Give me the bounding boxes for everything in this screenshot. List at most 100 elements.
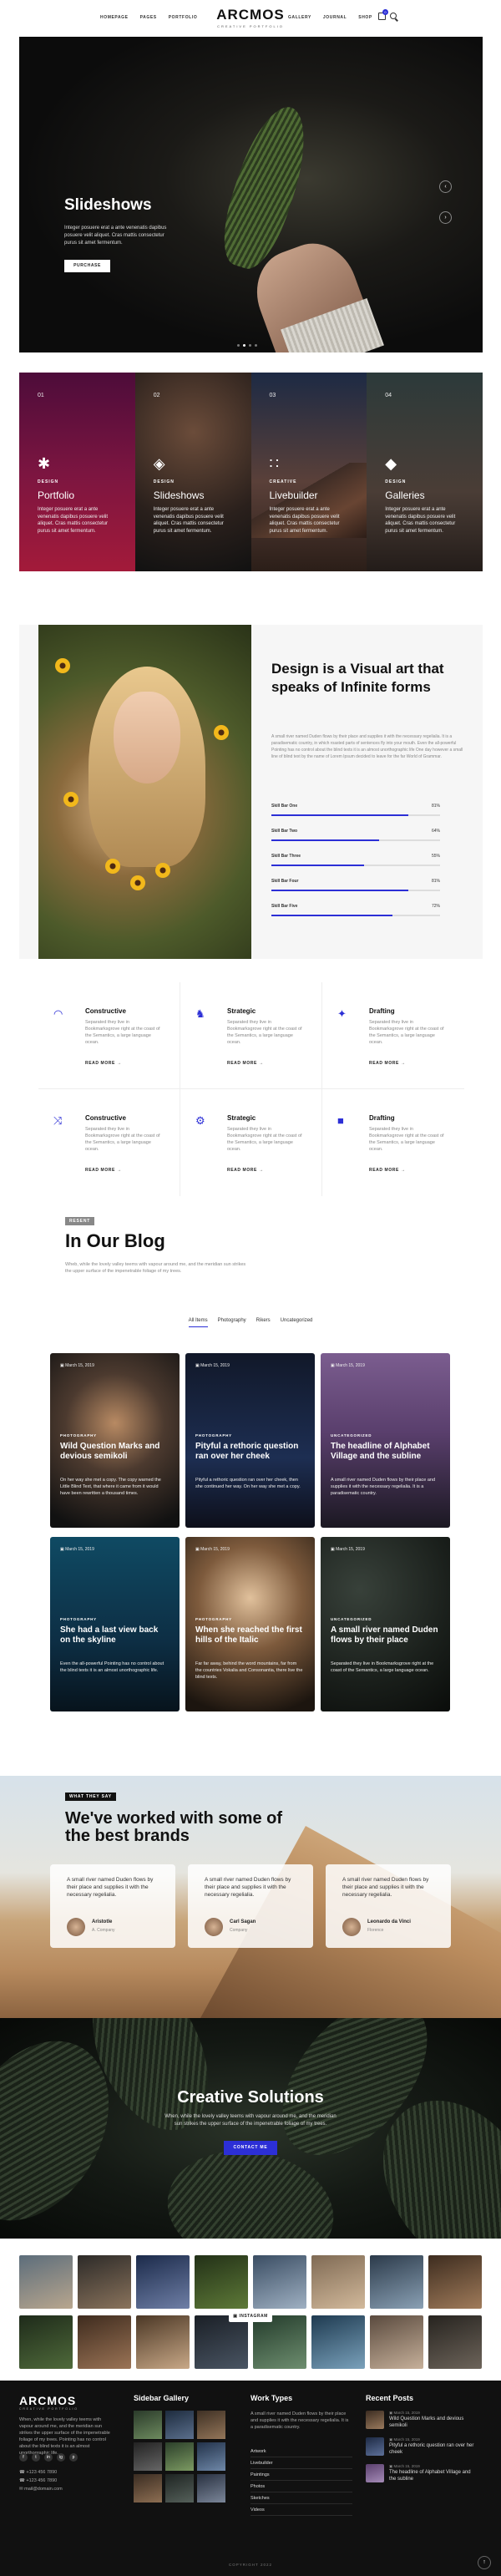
recent-post-title[interactable]: The headline of Alphabet Village and the… (389, 2470, 477, 2482)
slider-next-icon[interactable]: › (439, 211, 452, 224)
tab-rikers[interactable]: Rikers (256, 1318, 271, 1327)
work-type-link[interactable]: Artwork (250, 2449, 352, 2457)
instagram-icon[interactable]: ig (57, 2453, 65, 2462)
instagram-photo[interactable] (370, 2255, 423, 2309)
card-galleries[interactable]: 04 ◆ DESIGN Galleries Integer posuere er… (367, 373, 483, 571)
facebook-icon[interactable]: f (19, 2453, 28, 2462)
blog-post-card[interactable]: ▣ March 15, 2019 PHOTOGRAPHY Pityful a r… (185, 1353, 315, 1528)
asterisk-icon: ✱ (38, 455, 51, 472)
instagram-photo[interactable] (428, 2255, 482, 2309)
flower-shape (214, 725, 229, 740)
gallery-thumb[interactable] (165, 2474, 194, 2502)
search-icon[interactable] (390, 13, 397, 19)
post-title[interactable]: She had a last view back on the skyline (60, 1625, 169, 1645)
tab-all-items[interactable]: All Items (188, 1318, 208, 1327)
nav-journal[interactable]: JOURNAL (323, 15, 347, 20)
slider-dot[interactable] (237, 344, 240, 347)
gallery-thumb[interactable] (134, 2411, 162, 2439)
read-more-link[interactable]: READ MORE → (369, 1168, 406, 1173)
card-title: Livebuilder (269, 489, 318, 501)
contact-me-button[interactable]: CONTACT ME (224, 2141, 277, 2155)
slider-dot[interactable] (249, 344, 251, 347)
card-slideshows[interactable]: 02 ◈ DESIGN Slideshows Integer posuere e… (134, 373, 251, 571)
gallery-thumb[interactable] (165, 2442, 194, 2471)
footer-logo[interactable]: ARCMOS (19, 2394, 76, 2407)
flower-shape (155, 863, 170, 878)
footer-text: When, while the lovely valley teems with… (19, 2417, 110, 2456)
gallery-thumb[interactable] (134, 2474, 162, 2502)
gallery-thumb[interactable] (197, 2442, 225, 2471)
work-type-link[interactable]: Videos (250, 2508, 352, 2516)
gallery-thumb[interactable] (165, 2411, 194, 2439)
instagram-photo[interactable] (78, 2315, 131, 2369)
read-more-link[interactable]: READ MORE → (85, 1168, 122, 1173)
instagram-photo[interactable] (253, 2255, 306, 2309)
instagram-photo[interactable] (19, 2315, 73, 2369)
post-title[interactable]: Pityful a rethoric question ran over her… (195, 1442, 304, 1462)
work-type-link[interactable]: Paintings (250, 2472, 352, 2481)
post-category: PHOTOGRAPHY (195, 1617, 232, 1621)
gallery-thumb[interactable] (197, 2474, 225, 2502)
recent-post-thumb[interactable] (366, 2411, 384, 2429)
recent-post-thumb[interactable] (366, 2437, 384, 2456)
instagram-photo[interactable] (19, 2255, 73, 2309)
slider-prev-icon[interactable]: ‹ (439, 180, 452, 193)
recent-post-title[interactable]: Pityful a rethoric question ran over her… (389, 2443, 477, 2456)
feature-strategic: ⚙ Strategic Separated they live in Bookm… (180, 1089, 322, 1196)
linkedin-icon[interactable]: in (44, 2453, 53, 2462)
post-title[interactable]: Wild Question Marks and devious semikoli (60, 1442, 169, 1462)
card-livebuilder[interactable]: 03 ∷ CREATIVE Livebuilder Integer posuer… (250, 373, 367, 571)
logo[interactable]: ARCMOS CREATIVE PORTFOLIO (0, 7, 501, 28)
read-more-link[interactable]: READ MORE → (85, 1061, 122, 1066)
tab-photography[interactable]: Photography (218, 1318, 246, 1327)
post-title[interactable]: The headline of Alphabet Village and the… (331, 1442, 439, 1462)
post-category: UNCATEGORIZED (331, 1617, 372, 1621)
instagram-photo[interactable] (253, 2315, 306, 2369)
instagram-photo[interactable] (311, 2255, 365, 2309)
instagram-photo[interactable] (370, 2315, 423, 2369)
instagram-button[interactable]: ▣ INSTAGRAM (229, 2310, 272, 2322)
blog-post-card[interactable]: ▣ March 15, 2019 PHOTOGRAPHY She had a l… (50, 1537, 180, 1711)
gallery-thumb[interactable] (197, 2411, 225, 2439)
gallery-thumb[interactable] (134, 2442, 162, 2471)
instagram-photo[interactable] (195, 2315, 248, 2369)
blog-post-card[interactable]: ▣ March 15, 2019 PHOTOGRAPHY When she re… (185, 1537, 315, 1711)
pinterest-icon[interactable]: p (69, 2453, 78, 2462)
recent-post-title[interactable]: Wild Question Marks and devious semikoli (389, 2416, 477, 2429)
recent-post-thumb[interactable] (366, 2464, 384, 2482)
nav-shop[interactable]: SHOP (358, 15, 372, 20)
skill-track (271, 839, 440, 841)
instagram-photo[interactable] (195, 2255, 248, 2309)
purchase-button[interactable]: PURCHASE (64, 260, 110, 272)
blog-post-card[interactable]: ▣ March 15, 2019 PHOTOGRAPHY Wild Questi… (50, 1353, 180, 1528)
read-more-link[interactable]: READ MORE → (227, 1168, 264, 1173)
blog-post-card[interactable]: ▣ March 15, 2019 UNCATEGORIZED A small r… (321, 1537, 450, 1711)
work-type-link[interactable]: Livebuilder (250, 2461, 352, 2469)
nav-gallery[interactable]: GALLERY (288, 15, 311, 20)
tab-uncategorized[interactable]: Uncategorized (281, 1318, 313, 1327)
work-type-link[interactable]: Sketches (250, 2496, 352, 2504)
read-more-link[interactable]: READ MORE → (227, 1061, 264, 1066)
blog-post-card[interactable]: ▣ March 15, 2019 UNCATEGORIZED The headl… (321, 1353, 450, 1528)
instagram-photo[interactable] (136, 2255, 190, 2309)
slider-dot-active[interactable] (243, 344, 245, 347)
scroll-to-top-icon[interactable]: ↑ (478, 2556, 491, 2569)
work-types-intro: A small river named Duden flows by their… (250, 2411, 349, 2430)
instagram-photo[interactable] (428, 2315, 482, 2369)
instagram-photo[interactable] (311, 2315, 365, 2369)
skill-bar: Skill Bar Five 72% (271, 904, 440, 916)
instagram-photo[interactable] (78, 2255, 131, 2309)
instagram-photo[interactable] (136, 2315, 190, 2369)
post-title[interactable]: When she reached the first hills of the … (195, 1625, 304, 1645)
work-type-link[interactable]: Photos (250, 2484, 352, 2492)
footer-email[interactable]: ✉ mail@domain.com (19, 2487, 63, 2492)
twitter-icon[interactable]: t (32, 2453, 40, 2462)
feature-cards: 01 ✱ DESIGN Portfolio Integer posuere er… (19, 373, 483, 571)
slider-dot[interactable] (255, 344, 257, 347)
footer-logo-subtitle: CREATIVE PORTFOLIO (19, 2407, 78, 2411)
post-category: PHOTOGRAPHY (60, 1433, 97, 1438)
post-title[interactable]: A small river named Duden flows by their… (331, 1625, 439, 1645)
card-portfolio[interactable]: 01 ✱ DESIGN Portfolio Integer posuere er… (19, 373, 135, 571)
footer-phone: ☎ +123 456 7890 (19, 2470, 58, 2475)
read-more-link[interactable]: READ MORE → (369, 1061, 406, 1066)
